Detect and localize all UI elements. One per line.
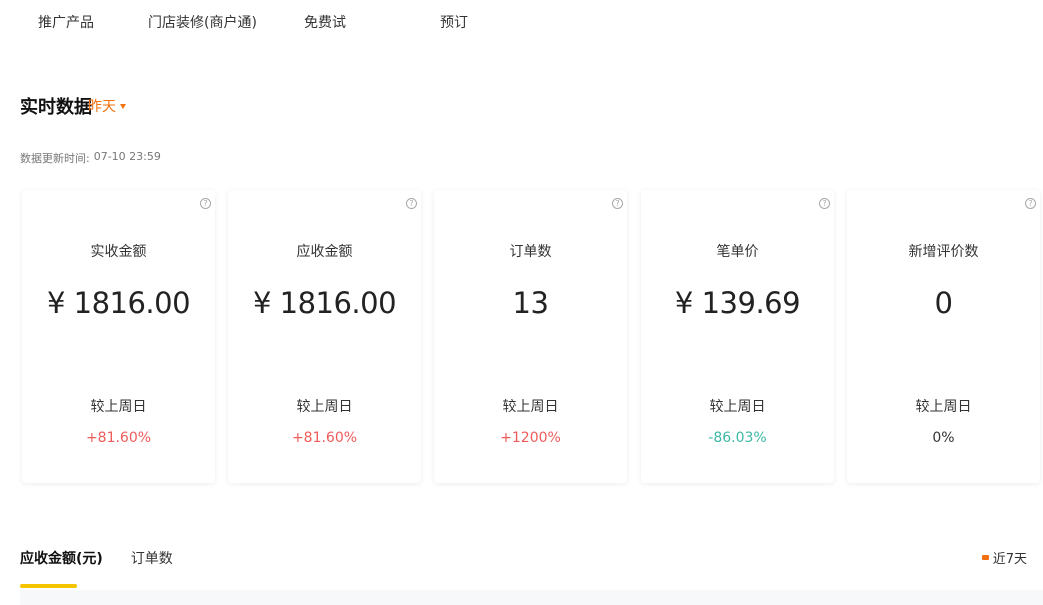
compare-value: +81.60%: [291, 430, 358, 446]
legend-dot-icon: [981, 555, 989, 560]
compare-label: 较上周日: [709, 399, 766, 415]
metric-label: 应收金额: [296, 244, 353, 260]
compare-label: 较上周日: [502, 399, 559, 415]
metric-card-receivable: ? 应收金额 ¥ 1816.00 较上周日 +81.60%: [228, 190, 421, 483]
compare-label: 较上周日: [915, 399, 972, 415]
compare-value: +81.60%: [85, 430, 152, 446]
metric-value: 13: [512, 286, 549, 320]
active-tab-indicator: [20, 584, 77, 588]
nav-item-store-decoration[interactable]: 门店装修(商户通): [148, 12, 257, 32]
metric-label: 笔单价: [716, 244, 759, 260]
period-dropdown[interactable]: 昨天: [88, 96, 126, 116]
compare-label: 较上周日: [90, 399, 147, 415]
metric-value: 0: [934, 286, 953, 320]
chart-tabs: 应收金额(元) 订单数: [20, 548, 201, 576]
help-icon[interactable]: ?: [200, 198, 211, 209]
top-navigation: 推广产品 门店装修(商户通) 免费试 预订: [0, 0, 1043, 40]
metric-card-new-reviews: ? 新增评价数 0 较上周日 0%: [847, 190, 1040, 483]
compare-value: -86.03%: [708, 430, 767, 446]
compare-value: 0%: [932, 430, 955, 446]
metric-label: 实收金额: [90, 244, 147, 260]
nav-item-reservation[interactable]: 预订: [440, 12, 468, 32]
help-icon[interactable]: ?: [406, 198, 417, 209]
caret-down-icon: [120, 103, 126, 109]
update-time-value: 07-10 23:59: [93, 150, 161, 163]
tab-receivable-amount[interactable]: 应收金额(元): [20, 548, 103, 576]
period-label: 昨天: [88, 99, 116, 115]
metric-label: 订单数: [509, 244, 552, 260]
metric-value: ¥ 1816.00: [252, 286, 397, 320]
range-legend[interactable]: 近7天: [981, 548, 1027, 567]
metric-label: 新增评价数: [908, 244, 979, 260]
tab-order-count[interactable]: 订单数: [131, 548, 173, 576]
metric-card-avg-order-price: ? 笔单价 ¥ 139.69 较上周日 -86.03%: [641, 190, 834, 483]
update-time-label: 数据更新时间:: [20, 152, 90, 165]
metric-card-actual-received: ? 实收金额 ¥ 1816.00 较上周日 +81.60%: [22, 190, 215, 483]
metric-value: ¥ 139.69: [674, 286, 801, 320]
range-label: 近7天: [992, 552, 1027, 567]
realtime-data-title: 实时数据: [20, 97, 92, 118]
update-time: 数据更新时间: 07-10 23:59: [20, 150, 161, 166]
help-icon[interactable]: ?: [819, 198, 830, 209]
help-icon[interactable]: ?: [612, 198, 623, 209]
chart-area: [20, 590, 1043, 605]
compare-label: 较上周日: [296, 399, 353, 415]
compare-value: +1200%: [500, 430, 561, 446]
nav-item-free-trial[interactable]: 免费试: [304, 12, 346, 32]
metric-value: ¥ 1816.00: [46, 286, 191, 320]
nav-item-promoted-products[interactable]: 推广产品: [38, 12, 94, 32]
metric-card-orders: ? 订单数 13 较上周日 +1200%: [434, 190, 627, 483]
help-icon[interactable]: ?: [1025, 198, 1036, 209]
